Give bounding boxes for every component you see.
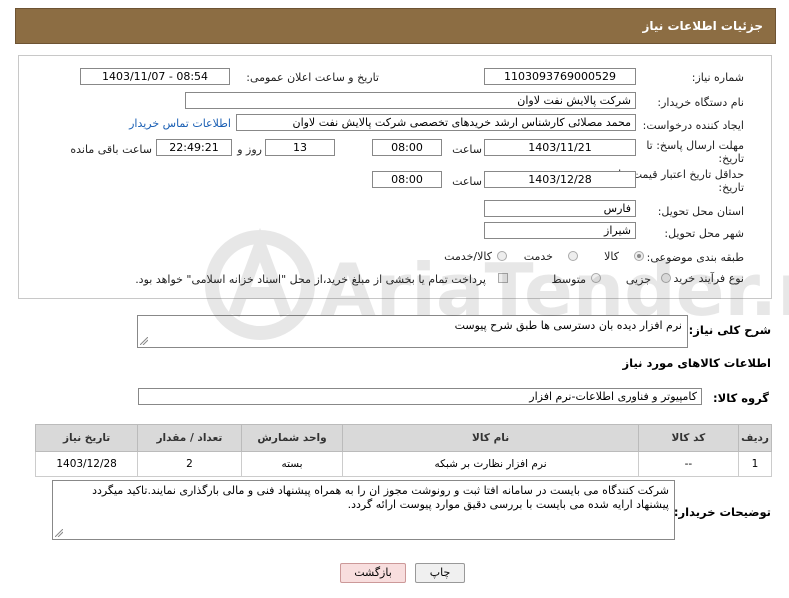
buyer-notes-text: شرکت کنندگاه می بایست در سامانه افتا ثبت… (92, 484, 669, 511)
cell-name: نرم افزار نظارت بر شبکه (342, 451, 639, 477)
city-label: شهر محل تحویل: (664, 227, 744, 240)
deadline-label-date: تاریخ: (718, 152, 744, 165)
col-name-header: نام کالا (342, 424, 639, 452)
buyer-notes-textarea[interactable]: شرکت کنندگاه می بایست در سامانه افتا ثبت… (52, 480, 675, 540)
col-date-header: تاریخ نیاز (34, 424, 139, 452)
province-label: استان محل تحویل: (657, 205, 744, 218)
col-qty-header: تعداد / مقدار (137, 424, 242, 452)
table-header-row: ردیف کد کالا نام کالا واحد شمارش تعداد /… (34, 424, 772, 452)
process-radio-medium[interactable] (591, 273, 601, 283)
resize-grip-icon[interactable] (55, 529, 63, 537)
deadline-date-field: 1403/11/21 (484, 139, 636, 156)
goods-group-label: گروه کالا: (713, 391, 769, 405)
cell-row: 1 (738, 451, 772, 477)
process-radio-partial[interactable] (661, 273, 671, 283)
category-radio-service[interactable] (568, 251, 578, 261)
treasury-payment-note: پرداخت تمام یا بخشی از مبلغ خرید،از محل … (135, 273, 486, 286)
announce-date-label: تاریخ و ساعت اعلان عمومی: (246, 71, 379, 84)
buyer-contact-link[interactable]: اطلاعات تماس خریدار (129, 117, 231, 130)
category-option-service: خدمت (523, 250, 553, 263)
description-text: نرم افزار دیده بان دسترسی ها طبق شرح پیو… (454, 319, 682, 332)
category-radio-goods[interactable] (634, 251, 644, 261)
cell-qty: 2 (137, 451, 242, 477)
process-option-partial: جزیی (625, 273, 651, 286)
cell-date: 1403/12/28 (34, 451, 139, 477)
creator-field: محمد مصلائی کارشناس ارشد خریدهای تخصصی ش… (236, 114, 636, 131)
buyer-org-field: شرکت پالایش نفت لاوان (185, 92, 636, 109)
remaining-time-field: 22:49:21 (156, 139, 232, 156)
table-row[interactable]: 1 -- نرم افزار نظارت بر شبکه بسته 2 1403… (34, 451, 772, 477)
category-option-goods-service: کالا/خدمت (444, 250, 492, 263)
description-label: شرح کلی نیاز: (688, 323, 771, 337)
goods-info-title: اطلاعات کالاهای مورد نیاز (622, 356, 771, 370)
buyer-org-label: نام دستگاه خریدار: (657, 96, 744, 109)
need-number-label: شماره نیاز: (691, 71, 744, 84)
province-field: فارس (484, 200, 636, 217)
back-button[interactable]: بازگشت (340, 563, 406, 583)
deadline-time-field: 08:00 (372, 139, 442, 156)
category-radio-goods-service[interactable] (497, 251, 507, 261)
description-textarea[interactable]: نرم افزار دیده بان دسترسی ها طبق شرح پیو… (137, 315, 688, 348)
city-field: شیراز (484, 222, 636, 239)
col-unit-header: واحد شمارش (240, 424, 344, 452)
need-number-field: 1103093769000529 (484, 68, 636, 85)
process-label: نوع فرآیند خرید : (666, 272, 744, 285)
buyer-notes-label: توضیحات خریدار: (673, 505, 771, 519)
validity-label-date: تاریخ: (718, 181, 744, 194)
validity-time-field: 08:00 (372, 171, 442, 188)
remaining-days-field: 13 (265, 139, 335, 156)
goods-group-field: کامپیوتر و فناوری اطلاعات-نرم افزار (138, 388, 702, 405)
deadline-label: مهلت ارسال پاسخ: تا (646, 139, 744, 152)
announce-date-field: 1403/11/07 - 08:54 (80, 68, 230, 85)
days-label: روز و (237, 143, 262, 156)
cell-unit: بسته (240, 451, 344, 477)
process-option-medium: متوسط (551, 273, 586, 286)
validity-time-label: ساعت (452, 175, 482, 188)
page-title: جزئیات اطلاعات نیاز (642, 19, 763, 33)
category-option-goods: کالا (604, 250, 619, 263)
deadline-time-label: ساعت (452, 143, 482, 156)
validity-date-field: 1403/12/28 (484, 171, 636, 188)
remaining-label: ساعت باقی مانده (70, 143, 152, 156)
page-header: جزئیات اطلاعات نیاز (15, 8, 776, 44)
col-row-header: ردیف (738, 424, 772, 452)
print-button[interactable]: چاپ (415, 563, 465, 583)
items-table: ردیف کد کالا نام کالا واحد شمارش تعداد /… (34, 424, 772, 477)
category-label: طبقه بندی موضوعی: (646, 251, 744, 264)
resize-grip-icon[interactable] (140, 337, 148, 345)
col-code-header: کد کالا (637, 424, 740, 452)
cell-code: -- (637, 451, 740, 477)
creator-label: ایجاد کننده درخواست: (642, 119, 744, 132)
treasury-checkbox[interactable] (498, 273, 508, 283)
validity-label: حداقل تاریخ اعتبار قیمت: تا (618, 168, 744, 181)
